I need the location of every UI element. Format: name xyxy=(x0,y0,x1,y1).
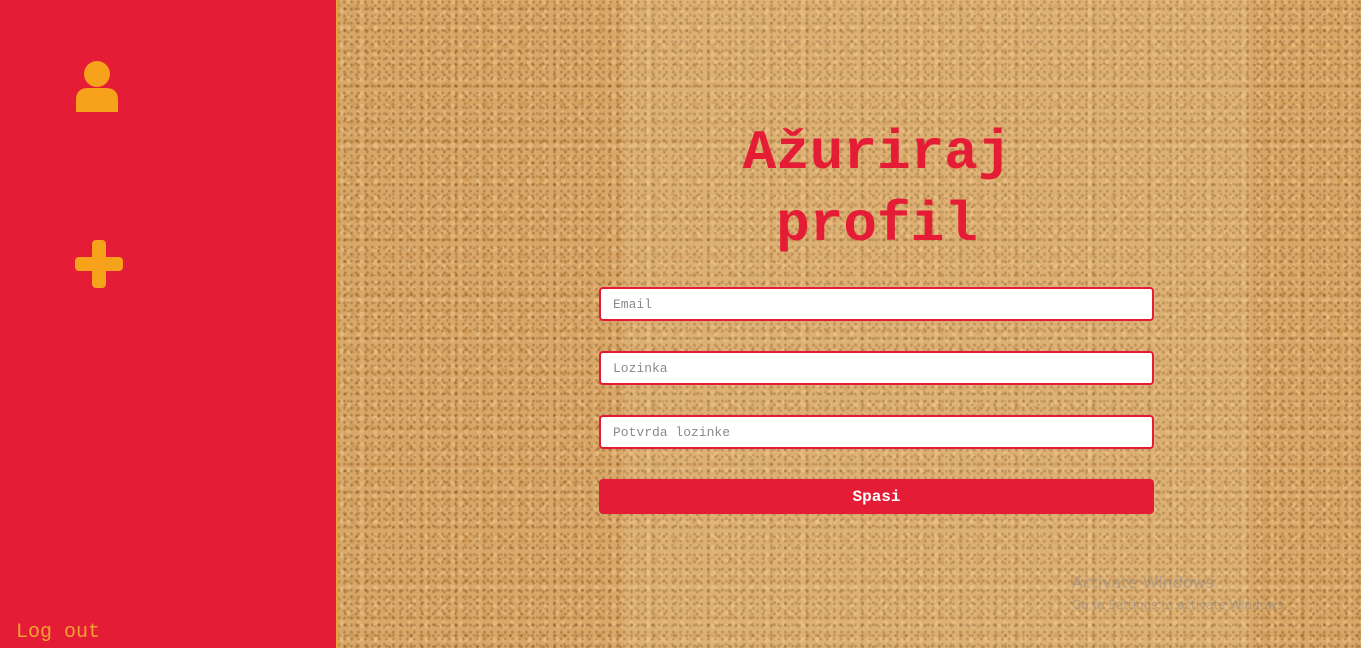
logout-link[interactable]: Log out xyxy=(16,621,100,644)
watermark-subtitle: Go to Settings to activate Windows. xyxy=(1072,598,1287,612)
email-field[interactable] xyxy=(599,287,1154,321)
plus-icon[interactable] xyxy=(74,240,124,290)
sidebar: Log out xyxy=(0,0,338,648)
confirm-password-field[interactable] xyxy=(599,415,1154,449)
profile-form: Spasi xyxy=(599,287,1154,514)
activation-watermark: Activate Windows Go to Settings to activ… xyxy=(1072,572,1287,616)
page-title: Ažuriraj profil xyxy=(600,117,1154,261)
save-button[interactable]: Spasi xyxy=(599,479,1154,514)
user-icon[interactable] xyxy=(74,60,120,114)
page-title-line-2: profil xyxy=(776,193,978,257)
password-field[interactable] xyxy=(599,351,1154,385)
page-title-line-1: Ažuriraj xyxy=(742,121,1012,185)
watermark-title: Activate Windows xyxy=(1072,573,1215,592)
